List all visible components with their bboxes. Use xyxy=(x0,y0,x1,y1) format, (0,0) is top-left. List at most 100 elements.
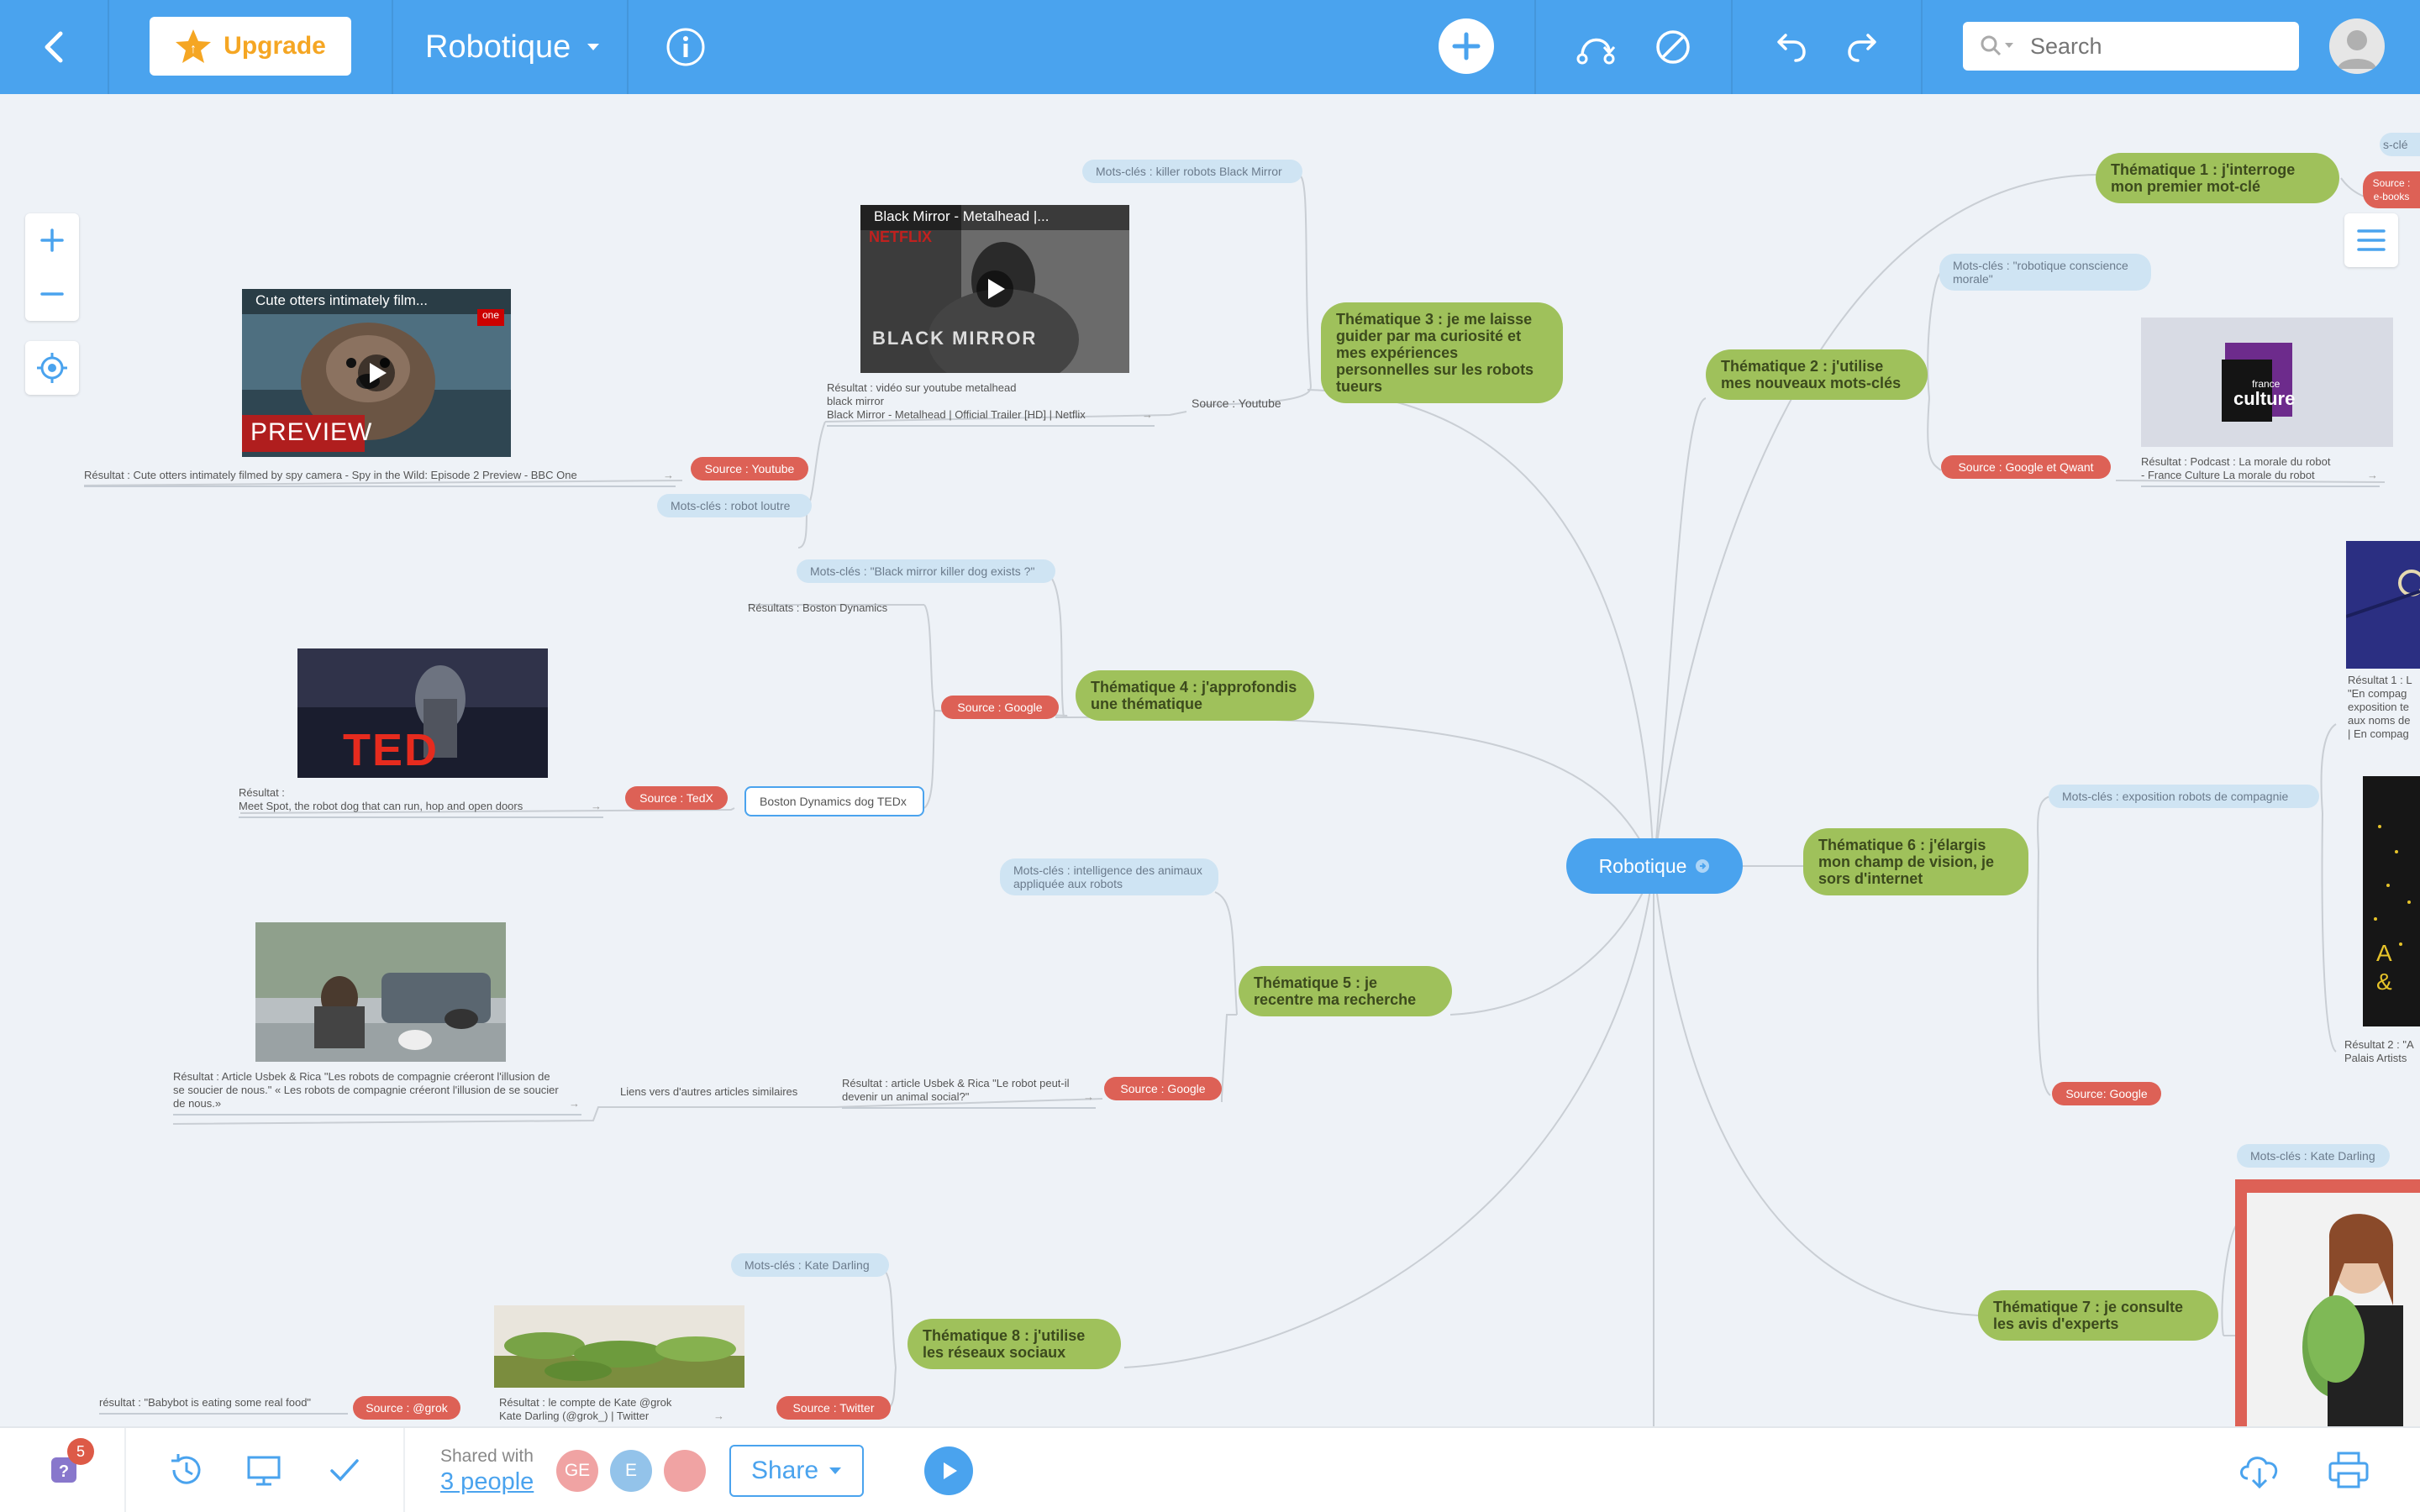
keyword-node[interactable]: s-clé xyxy=(2380,133,2420,156)
result-note[interactable]: Résultat : article Usbek & Rica "Le robo… xyxy=(842,1077,1096,1109)
tedx-video-thumbnail[interactable]: TED xyxy=(297,648,548,778)
article-image xyxy=(255,922,506,1062)
play-icon xyxy=(944,1462,957,1479)
keyword-node[interactable]: Mots-clés : "Black mirror killer dog exi… xyxy=(797,559,1055,583)
zoom-in-button[interactable] xyxy=(25,213,79,267)
source-node[interactable]: Source : Twitter xyxy=(776,1396,891,1420)
top-toolbar: ↑ Upgrade Robotique xyxy=(0,0,2420,94)
result-note[interactable]: Résultat : Podcast : La morale du robot … xyxy=(2141,455,2380,487)
result-note[interactable]: Résultat : vidéo sur youtube metalhead b… xyxy=(827,381,1155,427)
black-mirror-video-thumbnail[interactable]: Black Mirror - Metalhead |... NETFLIX BL… xyxy=(860,205,1129,373)
history-button[interactable] xyxy=(163,1446,210,1494)
keyword-node[interactable]: Mots-clés : Kate Darling xyxy=(731,1253,889,1277)
theme-2-node[interactable]: Thématique 2 : j'utilise mes nouveaux mo… xyxy=(1706,349,1928,400)
user-avatar[interactable] xyxy=(2329,18,2385,74)
mindmap-canvas[interactable]: Robotique Thématique 3 : je me laisse gu… xyxy=(0,94,2420,1428)
source-node[interactable]: Source: Google xyxy=(2052,1082,2161,1105)
collaborator-initials: E xyxy=(624,1461,637,1480)
search-box[interactable] xyxy=(1963,22,2299,71)
theme-3-node[interactable]: Thématique 3 : je me laisse guider par m… xyxy=(1321,302,1563,403)
pleo-robot-photo[interactable] xyxy=(494,1305,744,1388)
keyword-node[interactable]: Mots-clés : exposition robots de compagn… xyxy=(2049,785,2319,808)
search-input[interactable] xyxy=(2028,32,2275,60)
center-map-button[interactable] xyxy=(25,341,79,395)
source-node[interactable]: Source : Youtube xyxy=(691,457,808,480)
remove-connection-button[interactable] xyxy=(1647,24,1699,71)
user-icon xyxy=(2338,30,2376,69)
keyword-node[interactable]: Mots-clés : robot loutre xyxy=(657,494,812,517)
collaborator-avatar[interactable]: GE xyxy=(556,1450,598,1492)
upgrade-button[interactable]: ↑ Upgrade xyxy=(150,17,351,76)
collapse-icon[interactable] xyxy=(1695,858,1710,874)
theme-8-node[interactable]: Thématique 8 : j'utilise les réseaux soc… xyxy=(908,1319,1121,1369)
theme-1-node[interactable]: Thématique 1 : j'interroge mon premier m… xyxy=(2096,153,2339,203)
theme-6-node[interactable]: Thématique 6 : j'élargis mon champ de vi… xyxy=(1803,828,2028,895)
connection-icon xyxy=(1576,38,1616,65)
keyword-label: Mots-clés : "robotique conscience morale… xyxy=(1953,259,2128,286)
connect-button[interactable] xyxy=(1570,24,1622,71)
theme-3-label: Thématique 3 : je me laisse guider par m… xyxy=(1336,311,1534,395)
link-node[interactable]: Boston Dynamics dog TEDx xyxy=(744,786,924,816)
back-button[interactable] xyxy=(24,24,84,71)
keyword-node[interactable]: Mots-clés : intelligence des animaux app… xyxy=(1000,858,1218,895)
map-title-dropdown[interactable]: Robotique xyxy=(425,24,601,71)
result-note[interactable]: Résultat : Article Usbek & Rica "Les rob… xyxy=(173,1070,581,1116)
result-note[interactable]: Résultat : Meet Spot, the robot dog that… xyxy=(239,786,603,818)
undo-button[interactable] xyxy=(1763,24,1815,71)
zoom-out-button[interactable] xyxy=(25,267,79,321)
source-node[interactable]: Source : @grok xyxy=(353,1396,460,1420)
redo-button[interactable] xyxy=(1839,24,1891,71)
exhibition-image-1[interactable] xyxy=(2346,541,2420,669)
result-note[interactable]: Résultat : Cute otters intimately filmed… xyxy=(84,469,676,487)
companion-robot-photo[interactable] xyxy=(255,922,506,1062)
add-node-button[interactable] xyxy=(1439,18,1494,74)
result-note[interactable]: Résultat 2 : "A Palais Artists xyxy=(2344,1038,2420,1068)
keyword-node[interactable]: Mots-clés : "robotique conscience morale… xyxy=(1939,254,2151,291)
share-button[interactable]: Share xyxy=(729,1445,864,1497)
link-label: Boston Dynamics dog TEDx xyxy=(760,795,907,808)
show-title-overlay: BLACK MIRROR xyxy=(872,328,1038,349)
keyword-label: Mots-clés : exposition robots de compagn… xyxy=(2062,790,2289,803)
source-node[interactable]: Source : e-books xyxy=(2363,171,2420,208)
result-note[interactable]: Résultat 1 : L "En compag exposition te … xyxy=(2348,674,2420,744)
france-culture-thumbnail[interactable]: france culture xyxy=(2141,318,2393,447)
star-icon: ↑ xyxy=(176,29,212,63)
theme-5-node[interactable]: Thématique 5 : je recentre ma recherche xyxy=(1239,966,1452,1016)
cloud-download-button[interactable] xyxy=(2232,1445,2287,1497)
info-button[interactable] xyxy=(662,24,709,71)
result-text: Résultat : le compte de Kate @grok Kate … xyxy=(499,1396,672,1422)
result-note[interactable]: Résultats : Boston Dynamics xyxy=(748,601,926,618)
keyword-node[interactable]: Mots-clés : Kate Darling xyxy=(2237,1144,2390,1168)
partial-image: A & xyxy=(2363,776,2420,1026)
collaborator-avatar[interactable]: E xyxy=(610,1450,652,1492)
arrow-right-icon: → xyxy=(2367,469,2378,481)
collaborator-avatar[interactable] xyxy=(664,1450,706,1492)
result-note[interactable]: Liens vers d'autres articles similaires xyxy=(598,1085,835,1102)
theme-4-node[interactable]: Thématique 4 : j'approfondis une thémati… xyxy=(1076,670,1314,721)
result-note[interactable]: résultat : "Babybot is eating some real … xyxy=(99,1396,348,1415)
keyword-node[interactable]: Mots-clés : killer robots Black Mirror xyxy=(1082,160,1302,183)
disabled-icon xyxy=(1656,30,1690,64)
shared-people-link[interactable]: 3 people xyxy=(440,1468,534,1496)
bottom-toolbar: ? 5 Shared with 3 people GE E Share xyxy=(0,1426,2420,1512)
result-note[interactable]: Résultat : le compte de Kate @grok Kate … xyxy=(499,1396,726,1428)
tasks-button[interactable] xyxy=(321,1446,368,1494)
source-label: Source : @grok xyxy=(366,1401,448,1415)
shared-with-label: Shared with xyxy=(440,1446,534,1466)
exhibition-image-2[interactable]: A & xyxy=(2363,776,2420,1026)
source-node[interactable]: Source : TedX xyxy=(625,786,728,810)
theme-7-node[interactable]: Thématique 7 : je consulte les avis d'ex… xyxy=(1978,1290,2218,1341)
arrow-right-icon: → xyxy=(1083,1090,1094,1103)
presentation-button[interactable] xyxy=(240,1446,287,1494)
source-node[interactable]: Source : Google xyxy=(941,696,1059,719)
kate-darling-photo[interactable] xyxy=(2235,1179,2420,1426)
play-presentation-button[interactable] xyxy=(924,1446,973,1495)
source-label: Source : Google et Qwant xyxy=(1958,460,2094,474)
outline-menu-button[interactable] xyxy=(2344,213,2398,267)
root-node[interactable]: Robotique xyxy=(1566,838,1743,894)
source-node[interactable]: Source : Google et Qwant xyxy=(1941,455,2111,479)
print-button[interactable] xyxy=(2321,1445,2376,1497)
source-text[interactable]: Source : Youtube xyxy=(1192,395,1309,412)
source-node[interactable]: Source : Google xyxy=(1104,1077,1222,1100)
otter-video-thumbnail[interactable]: Cute otters intimately film... PREVIEW o… xyxy=(242,289,511,457)
